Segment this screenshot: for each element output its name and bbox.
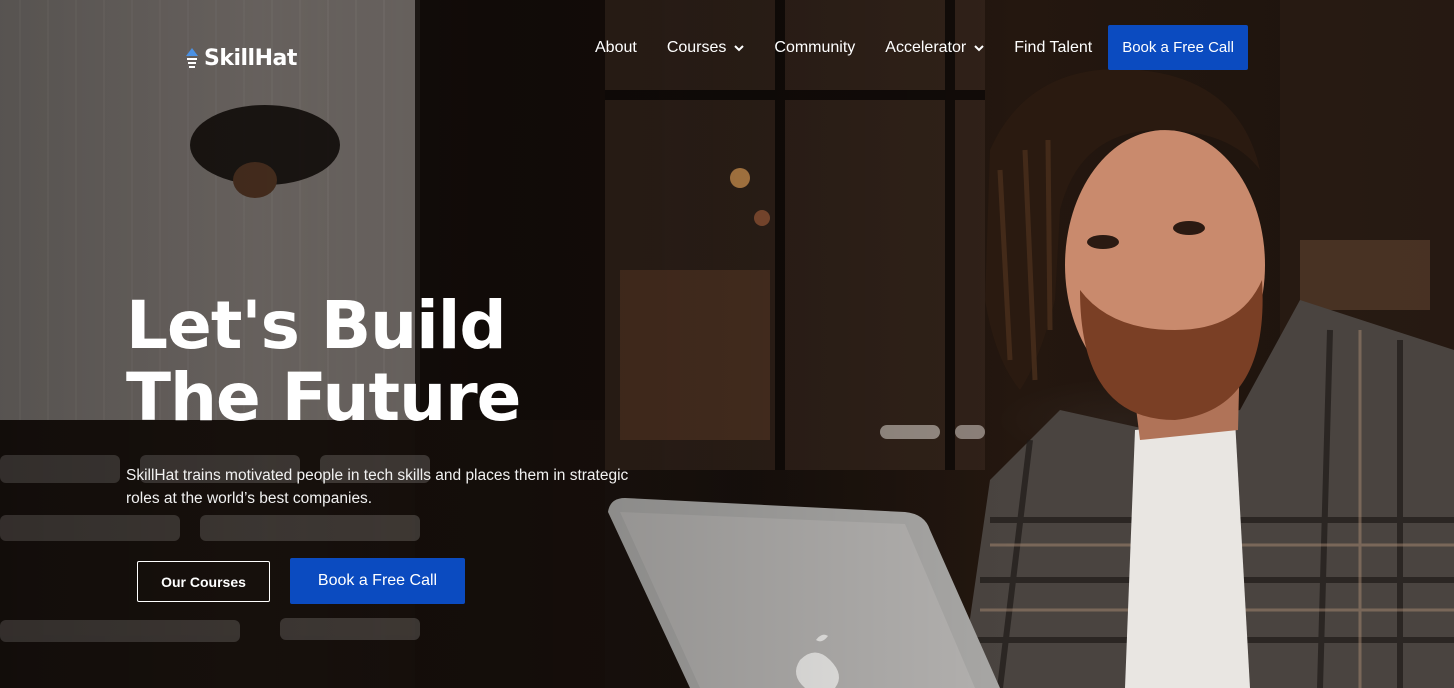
site-logo[interactable]: SkillHat <box>184 44 297 72</box>
nav-label: Community <box>774 38 856 56</box>
book-free-call-button[interactable]: Book a Free Call <box>290 558 465 604</box>
lightbulb-logo-icon <box>186 48 198 68</box>
hero-title: Let's Build The Future <box>126 290 646 434</box>
nav-item-community[interactable]: Community <box>759 39 870 57</box>
nav-label: Find Talent <box>1014 38 1093 56</box>
our-courses-button[interactable]: Our Courses <box>137 561 270 602</box>
hero-title-line1: Let's Build <box>126 287 507 364</box>
header-book-call-button[interactable]: Book a Free Call <box>1108 25 1248 70</box>
main-nav: About Courses Community Accelerator Find… <box>580 25 1248 70</box>
nav-item-courses[interactable]: Courses <box>652 39 760 57</box>
nav-item-accelerator[interactable]: Accelerator <box>870 39 999 57</box>
nav-item-about[interactable]: About <box>580 39 652 57</box>
logo-text: SkillHat <box>204 45 297 71</box>
nav-label: Accelerator <box>885 38 967 56</box>
chevron-down-icon <box>974 44 984 51</box>
nav-item-find-talent[interactable]: Find Talent <box>999 39 1107 57</box>
nav-label: Courses <box>666 38 727 56</box>
hero-subtitle: SkillHat trains motivated people in tech… <box>126 467 629 507</box>
nav-label: About <box>595 38 637 56</box>
hero-title-line2: The Future <box>126 359 521 436</box>
chevron-down-icon <box>734 44 745 51</box>
